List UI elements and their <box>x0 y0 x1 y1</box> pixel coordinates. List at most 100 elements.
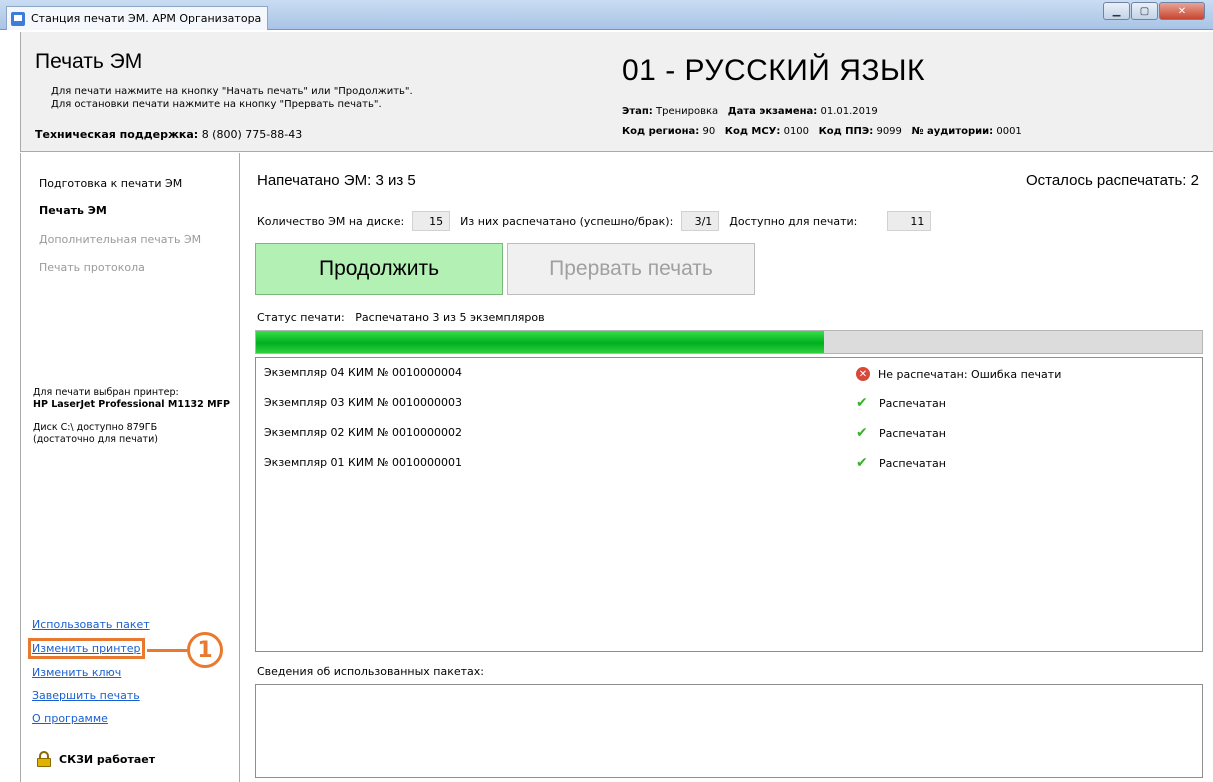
support-phone: 8 (800) 775-88-43 <box>201 128 303 141</box>
stats-row: Количество ЭМ на диске: 15 Из них распеч… <box>257 211 941 231</box>
close-button[interactable]: ✕ <box>1159 2 1205 20</box>
skzi-status: СКЗИ работает <box>37 751 155 767</box>
about-link[interactable]: О программе <box>32 712 108 725</box>
app-icon <box>11 11 25 26</box>
maximize-icon: ▢ <box>1139 5 1150 17</box>
printer-name: HP LaserJet Professional M1132 MFP <box>33 399 230 410</box>
remaining-summary: Осталось распечатать: 2 <box>1026 172 1199 189</box>
printed-label: Напечатано ЭМ: <box>257 172 372 189</box>
printed-total: 5 <box>407 172 416 189</box>
change-key-link[interactable]: Изменить ключ <box>32 666 121 679</box>
copy-status-text: Не распечатан: Ошибка печати <box>878 367 1062 381</box>
page-title: Печать ЭМ <box>35 50 143 73</box>
printed-summary: Напечатано ЭМ: 3 из 5 <box>257 172 416 189</box>
list-item[interactable]: Экземпляр 02 КИМ № 0010000002 ✔ Распечат… <box>256 422 1202 442</box>
progress-fill <box>256 331 824 353</box>
copy-status: ✔ Распечатан <box>856 395 946 411</box>
printer-label: Для печати выбран принтер: <box>33 387 179 398</box>
sidebar: Подготовка к печати ЭМ Печать ЭМ Дополни… <box>20 153 240 782</box>
remaining-value: 2 <box>1190 172 1199 189</box>
packages-box[interactable] <box>255 684 1203 778</box>
available-value: 11 <box>887 211 932 231</box>
exam-date-value: 01.01.2019 <box>820 106 878 117</box>
window-title-bar[interactable]: Станция печати ЭМ. АРМ Организатора ▁ ▢ … <box>0 0 1213 30</box>
exam-info-line-2: Код региона: 90 Код МСУ: 0100 Код ППЭ: 9… <box>622 122 1022 142</box>
finish-print-link[interactable]: Завершить печать <box>32 689 140 702</box>
status-label: Статус печати: <box>257 311 345 324</box>
annotation-marker: 1 <box>187 632 223 668</box>
use-package-link[interactable]: Использовать пакет <box>32 618 150 631</box>
error-icon: ✕ <box>856 367 870 381</box>
support-label: Техническая поддержка: <box>35 128 199 141</box>
print-status: Статус печати: Распечатано 3 из 5 экземп… <box>257 311 545 324</box>
copies-list[interactable]: Экземпляр 04 КИМ № 0010000004 ✕ Не распе… <box>255 357 1203 652</box>
disk-status: (достаточно для печати) <box>33 434 158 445</box>
copy-status-text: Распечатан <box>879 427 946 440</box>
available-label: Доступно для печати: <box>729 214 858 228</box>
status-value: Распечатано 3 из 5 экземпляров <box>355 311 545 324</box>
check-icon: ✔ <box>856 395 868 411</box>
copy-status: ✔ Распечатан <box>856 425 946 441</box>
skzi-status-text: СКЗИ работает <box>59 752 156 766</box>
copy-status-text: Распечатан <box>879 397 946 410</box>
sidebar-item-preparation[interactable]: Подготовка к печати ЭМ <box>39 177 182 190</box>
change-printer-link[interactable]: Изменить принтер <box>28 638 145 659</box>
main-panel: Напечатано ЭМ: 3 из 5 Осталось распечата… <box>241 153 1213 782</box>
print-progress-bar <box>255 330 1203 354</box>
support-info: Техническая поддержка: 8 (800) 775-88-43 <box>35 128 302 141</box>
annotation-connector <box>147 649 187 652</box>
disk-count-label: Количество ЭМ на диске: <box>257 214 405 228</box>
stage-label: Этап: <box>622 106 653 117</box>
copy-name: Экземпляр 03 КИМ № 0010000003 <box>264 396 462 409</box>
stage-value: Тренировка <box>655 106 719 117</box>
region-label: Код региона: <box>622 126 700 137</box>
copy-status-text: Распечатан <box>879 457 946 470</box>
sidebar-item-additional-print: Дополнительная печать ЭМ <box>39 233 202 246</box>
printed-count: 3 <box>375 172 384 189</box>
instructions: Для печати нажмите на кнопку "Начать печ… <box>51 85 413 111</box>
continue-button[interactable]: Продолжить <box>255 243 503 295</box>
disk-space: Диск C:\ доступно 879ГБ <box>33 422 158 433</box>
printed-ok-value: 3/1 <box>681 211 720 231</box>
window-controls: ▁ ▢ ✕ <box>1102 2 1205 20</box>
check-icon: ✔ <box>856 455 868 471</box>
check-icon: ✔ <box>856 425 868 441</box>
lock-icon <box>37 751 51 767</box>
list-item[interactable]: Экземпляр 04 КИМ № 0010000004 ✕ Не распе… <box>256 362 1202 382</box>
list-item[interactable]: Экземпляр 03 КИМ № 0010000003 ✔ Распечат… <box>256 392 1202 412</box>
window-title: Станция печати ЭМ. АРМ Организатора <box>31 12 262 25</box>
copy-status: ✔ Распечатан <box>856 455 946 471</box>
list-item[interactable]: Экземпляр 01 КИМ № 0010000001 ✔ Распечат… <box>256 452 1202 472</box>
minimize-button[interactable]: ▁ <box>1103 2 1130 20</box>
disk-info: Диск C:\ доступно 879ГБ (достаточно для … <box>33 422 158 446</box>
remaining-label: Осталось распечатать: <box>1025 172 1187 189</box>
ppe-label: Код ППЭ: <box>818 126 874 137</box>
sidebar-item-protocol: Печать протокола <box>39 261 145 274</box>
exam-date-label: Дата экзамена: <box>727 106 818 117</box>
window-title-tab: Станция печати ЭМ. АРМ Организатора <box>6 6 269 30</box>
region-value: 90 <box>702 126 716 137</box>
maximize-button[interactable]: ▢ <box>1131 2 1158 20</box>
printed-of: из <box>387 172 404 189</box>
copy-status: ✕ Не распечатан: Ошибка печати <box>856 367 1061 381</box>
packages-label: Сведения об использованных пакетах: <box>257 665 484 678</box>
printer-info: Для печати выбран принтер: HP LaserJet P… <box>33 387 230 411</box>
room-label: № аудитории: <box>911 126 994 137</box>
page-header: Печать ЭМ Для печати нажмите на кнопку "… <box>20 32 1213 152</box>
instruction-line-1: Для печати нажмите на кнопку "Начать печ… <box>51 86 413 97</box>
close-icon: ✕ <box>1177 5 1187 17</box>
copy-name: Экземпляр 04 КИМ № 0010000004 <box>264 366 462 379</box>
subject-title: 01 - РУССКИЙ ЯЗЫК <box>622 54 926 87</box>
msu-label: Код МСУ: <box>724 126 781 137</box>
room-value: 0001 <box>996 126 1022 137</box>
disk-count-value: 15 <box>412 211 451 231</box>
instruction-line-2: Для остановки печати нажмите на кнопку "… <box>51 99 382 110</box>
printed-ok-label: Из них распечатано (успешно/брак): <box>460 214 674 228</box>
copy-name: Экземпляр 02 КИМ № 0010000002 <box>264 426 462 439</box>
sidebar-item-print[interactable]: Печать ЭМ <box>39 204 107 217</box>
msu-value: 0100 <box>783 126 810 137</box>
exam-info: Этап: Тренировка Дата экзамена: 01.01.20… <box>622 102 1022 142</box>
exam-info-line-1: Этап: Тренировка Дата экзамена: 01.01.20… <box>622 102 1022 122</box>
ppe-value: 9099 <box>876 126 902 137</box>
minimize-icon: ▁ <box>1112 5 1121 17</box>
